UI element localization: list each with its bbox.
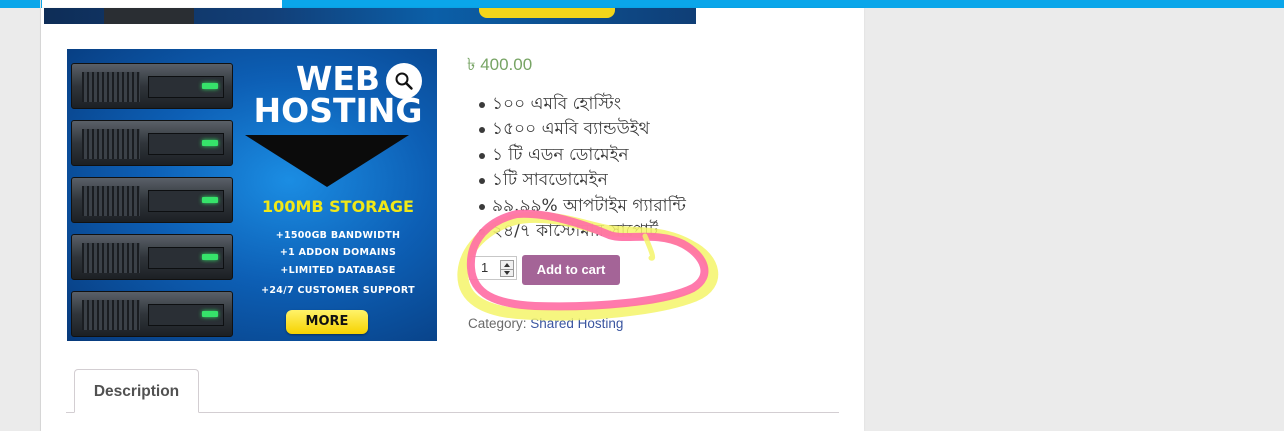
top-tab-highlight bbox=[42, 0, 282, 8]
banner-server-fragment bbox=[104, 8, 194, 24]
banner-arrow bbox=[245, 135, 409, 187]
list-item: ২৪/৭ কাস্টোমার সাপোর্ট bbox=[479, 219, 686, 244]
tab-description[interactable]: Description bbox=[74, 369, 199, 413]
banner-more-badge: MORE bbox=[286, 310, 368, 334]
product-category: Category: Shared Hosting bbox=[468, 316, 623, 331]
banner-title-line2: HOSTING bbox=[253, 91, 423, 130]
server-rack-illustration bbox=[67, 63, 241, 341]
spin-divider bbox=[501, 268, 513, 270]
server-unit bbox=[71, 177, 233, 223]
server-unit bbox=[71, 291, 233, 337]
banner-line: +24/7 CUSTOMER SUPPORT bbox=[261, 285, 415, 296]
category-label: Category: bbox=[468, 316, 527, 331]
spin-down-arrow[interactable] bbox=[504, 271, 510, 275]
spin-up-arrow[interactable] bbox=[504, 263, 510, 267]
magnifier-icon bbox=[395, 72, 413, 90]
spinner-arrows-icon[interactable] bbox=[500, 260, 514, 277]
banner-line: +LIMITED DATABASE bbox=[280, 265, 396, 276]
list-item: ১০০ এমবি হোস্টিং bbox=[479, 92, 686, 117]
banner-button-fragment bbox=[479, 8, 615, 18]
product-image[interactable]: WEB HOSTING 100MB STORAGE +1500GB BANDWI… bbox=[67, 49, 437, 341]
banner-line: +1500GB BANDWIDTH bbox=[275, 230, 401, 241]
category-link[interactable]: Shared Hosting bbox=[530, 316, 623, 331]
list-item: ১টি সাবডোমেইন bbox=[479, 168, 686, 193]
add-to-cart-button[interactable]: Add to cart bbox=[522, 255, 620, 285]
banner-storage: 100MB STORAGE bbox=[262, 197, 414, 216]
product-price: ৳ 400.00 bbox=[467, 55, 533, 74]
list-item: ৯৯.৯৯% আপটাইম গ্যারান্টি bbox=[479, 194, 686, 219]
zoom-button[interactable] bbox=[386, 63, 422, 99]
list-item: ১৫০০ এমবি ব্যান্ডউইথ bbox=[479, 117, 686, 142]
server-unit bbox=[71, 120, 233, 166]
banner-line: +1 ADDON DOMAINS bbox=[279, 247, 397, 258]
server-unit bbox=[71, 63, 233, 109]
cropped-banner-image bbox=[44, 8, 696, 24]
feature-list: ১০০ এমবি হোস্টিং ১৫০০ এমবি ব্যান্ডউইথ ১ … bbox=[479, 92, 686, 244]
server-unit bbox=[71, 234, 233, 280]
list-item: ১ টি এডন ডোমেইন bbox=[479, 143, 686, 168]
